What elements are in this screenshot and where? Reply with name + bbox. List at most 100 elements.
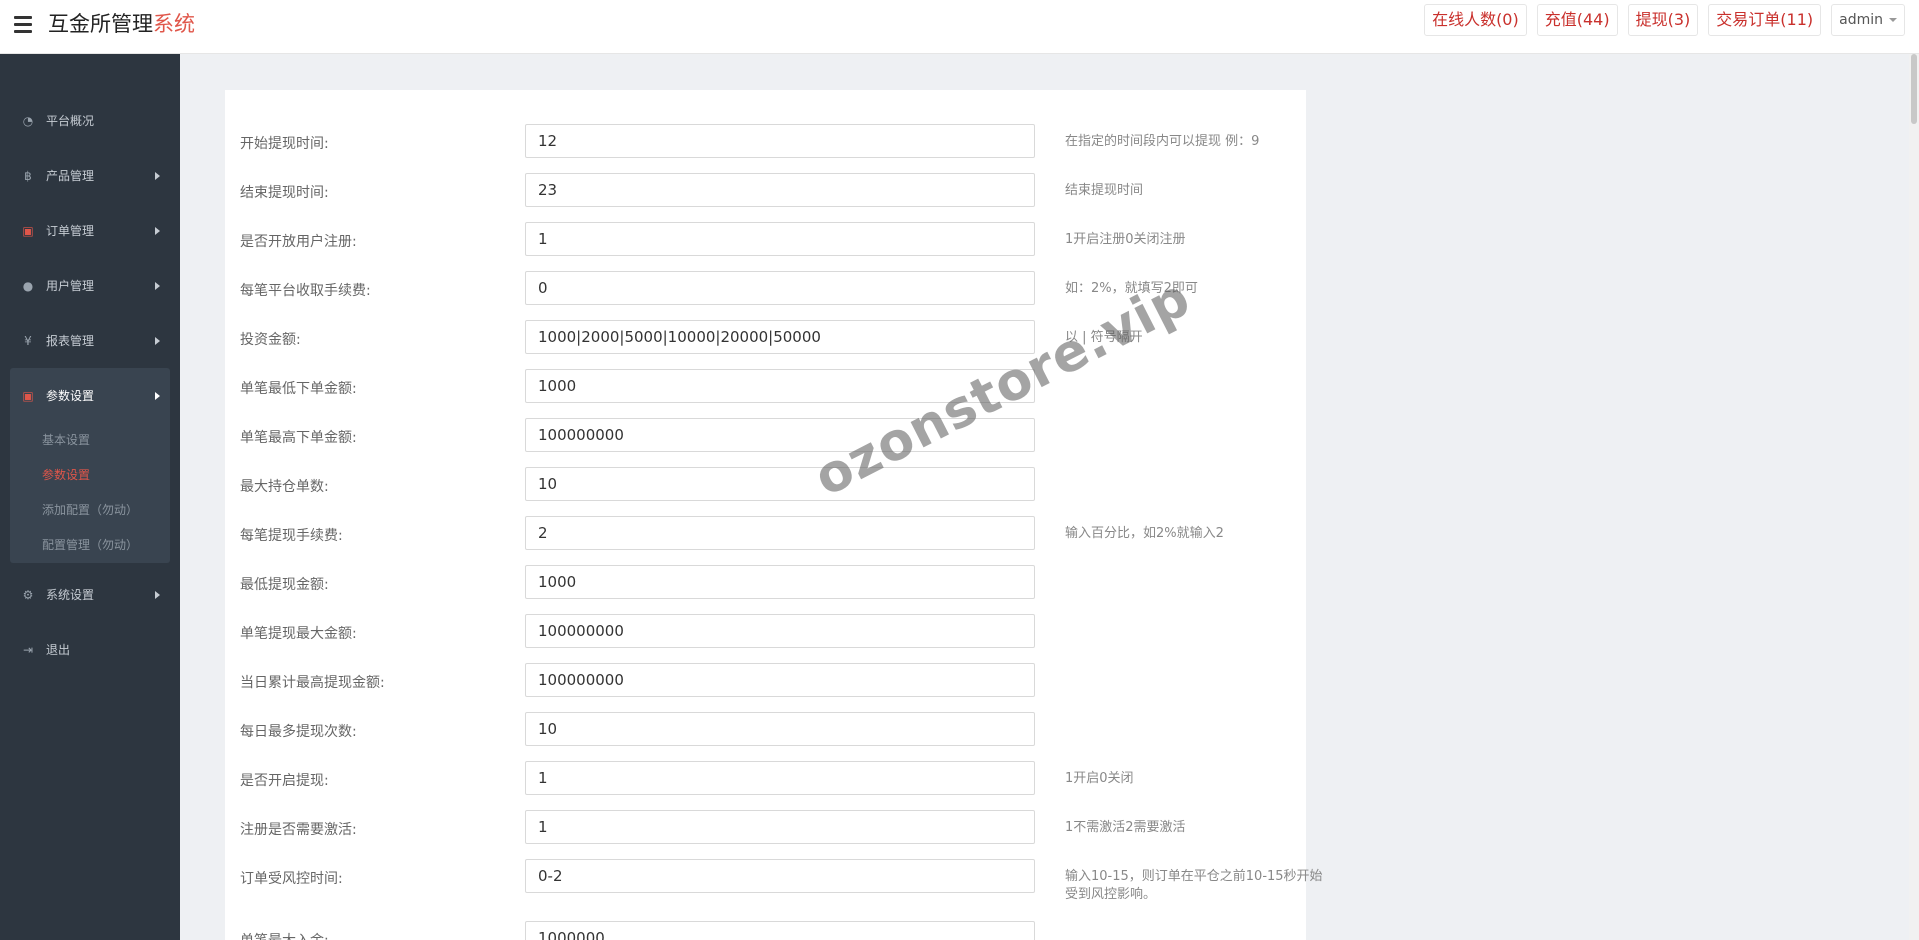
form-row: 开始提现时间: 在指定的时间段内可以提现 例：9: [240, 124, 1290, 158]
copy-icon: ▣: [22, 223, 34, 238]
chevron-down-icon: [1889, 18, 1897, 22]
form-help: 输入百分比，如2%就输入2: [1065, 526, 1224, 541]
sidebar-item-dashboard[interactable]: ◔ 平台概况: [0, 93, 180, 148]
form-label: 注册是否需要激活:: [240, 822, 357, 838]
sidebar-item-products[interactable]: ฿ 产品管理: [0, 148, 180, 203]
form-row: 单笔提现最大金额:: [240, 614, 1290, 648]
form-input[interactable]: [525, 921, 1035, 940]
caret-right-icon: [155, 282, 160, 290]
caret-right-icon: [155, 392, 160, 400]
recharge-button[interactable]: 充值(44): [1536, 4, 1618, 36]
form-row: 注册是否需要激活: 1不需激活2需要激活: [240, 810, 1290, 844]
form-row: 当日累计最高提现金额:: [240, 663, 1290, 697]
top-bar: 互金所管理系统 在线人数(0) 充值(44) 提现(3) 交易订单(11) ad…: [0, 0, 1919, 54]
form-input[interactable]: [525, 271, 1035, 305]
form-input[interactable]: [525, 222, 1035, 256]
sidebar-item-label: 参数设置: [46, 389, 95, 403]
form-input[interactable]: [525, 516, 1035, 550]
copy-icon: ▣: [22, 388, 34, 403]
sidebar-item-label: 平台概况: [46, 114, 95, 128]
form-label: 订单受风控时间:: [240, 871, 343, 887]
form-label: 是否开放用户注册:: [240, 234, 357, 250]
form-row: 单笔最低下单金额:: [240, 369, 1290, 403]
form-help: 以 | 符号隔开: [1065, 330, 1143, 345]
form-row: 最大持仓单数:: [240, 467, 1290, 501]
sidebar-item-reports[interactable]: ¥ 报表管理: [0, 313, 180, 368]
form-input[interactable]: [525, 369, 1035, 403]
top-actions: 在线人数(0) 充值(44) 提现(3) 交易订单(11) admin: [1424, 4, 1905, 36]
sidebar-item-users[interactable]: ● 用户管理: [0, 258, 180, 313]
sidebar-item-label: 订单管理: [46, 224, 95, 238]
form-input[interactable]: [525, 761, 1035, 795]
form-help: 1不需激活2需要激活: [1065, 820, 1186, 835]
form-input[interactable]: [525, 712, 1035, 746]
form-input[interactable]: [525, 565, 1035, 599]
withdraw-button[interactable]: 提现(3): [1627, 4, 1699, 36]
sidebar-item-orders[interactable]: ▣ 订单管理: [0, 203, 180, 258]
brand-main: 互金所管理: [48, 12, 153, 36]
form-label: 每笔提现手续费:: [240, 528, 343, 544]
form-input[interactable]: [525, 467, 1035, 501]
form-help: 在指定的时间段内可以提现 例：9: [1065, 134, 1260, 149]
form-input[interactable]: [525, 418, 1035, 452]
form-label: 每笔平台收取手续费:: [240, 283, 371, 299]
form-help: 结束提现时间: [1065, 183, 1144, 198]
online-users-button[interactable]: 在线人数(0): [1424, 4, 1527, 36]
form-input[interactable]: [525, 614, 1035, 648]
yen-icon: ¥: [24, 333, 32, 348]
scrollbar-thumb[interactable]: [1911, 54, 1917, 124]
bitcoin-icon: ฿: [24, 168, 32, 183]
form-row: 每笔提现手续费: 输入百分比，如2%就输入2: [240, 516, 1290, 550]
form-input[interactable]: [525, 859, 1035, 893]
form-label: 开始提现时间:: [240, 136, 329, 152]
settings-form-card: 开始提现时间: 在指定的时间段内可以提现 例：9 结束提现时间: 结束提现时间 …: [225, 90, 1323, 940]
form-row: 是否开放用户注册: 1开启注册0关闭注册: [240, 222, 1290, 256]
sidebar-subitem-config-manage[interactable]: 配置管理（勿动）: [10, 528, 170, 563]
sidebar-item-label: 用户管理: [46, 279, 95, 293]
form-help: 1开启注册0关闭注册: [1065, 232, 1186, 247]
form-input[interactable]: [525, 173, 1035, 207]
form-row: 投资金额: 以 | 符号隔开: [240, 320, 1290, 354]
form-label: 单笔最低下单金额:: [240, 381, 357, 397]
form-label: 每日最多提现次数:: [240, 724, 357, 740]
sidebar-item-system[interactable]: ⚙ 系统设置: [0, 567, 180, 622]
form-label: 投资金额:: [240, 332, 301, 348]
form-row: 单笔最大入金:: [240, 921, 1290, 940]
form-input[interactable]: [525, 810, 1035, 844]
form-input[interactable]: [525, 124, 1035, 158]
form-help: 1开启0关闭: [1065, 771, 1134, 786]
sidebar-item-params[interactable]: ▣ 参数设置: [10, 368, 170, 423]
form-help: 如：2%，就填写2即可: [1065, 281, 1198, 296]
form-input[interactable]: [525, 663, 1035, 697]
sidebar-subitem-basic[interactable]: 基本设置: [10, 423, 170, 458]
caret-right-icon: [155, 172, 160, 180]
sidebar-item-label: 系统设置: [46, 588, 95, 602]
menu-toggle-icon[interactable]: [14, 16, 32, 33]
form-help: 输入10-15，则订单在平仓之前10-15秒开始受到风控影响。: [1065, 869, 1323, 902]
dashboard-icon: ◔: [22, 113, 34, 128]
trade-orders-button[interactable]: 交易订单(11): [1708, 4, 1822, 36]
user-menu-button[interactable]: admin: [1831, 4, 1905, 36]
form-row: 单笔最高下单金额:: [240, 418, 1290, 452]
sidebar: ◔ 平台概况 ฿ 产品管理 ▣ 订单管理 ● 用户管理 ¥ 报表管理 ▣ 参数设…: [0, 54, 180, 940]
sidebar-subitem-add-config[interactable]: 添加配置（勿动）: [10, 493, 170, 528]
username: admin: [1839, 12, 1883, 28]
form-row: 结束提现时间: 结束提现时间: [240, 173, 1290, 207]
sidebar-item-label: 报表管理: [46, 334, 95, 348]
cogs-icon: ⚙: [22, 587, 34, 602]
sidebar-item-label: 产品管理: [46, 169, 95, 183]
form-input[interactable]: [525, 320, 1035, 354]
form-row: 最低提现金额:: [240, 565, 1290, 599]
form-row: 是否开启提现: 1开启0关闭: [240, 761, 1290, 795]
form-label: 最大持仓单数:: [240, 479, 329, 495]
user-icon: ●: [22, 278, 34, 293]
caret-right-icon: [155, 227, 160, 235]
sidebar-item-logout[interactable]: ⇥ 退出: [0, 622, 180, 677]
form-row: 每日最多提现次数:: [240, 712, 1290, 746]
sign-out-icon: ⇥: [22, 642, 34, 657]
form-label: 结束提现时间:: [240, 185, 329, 201]
page-scrollbar[interactable]: [1909, 54, 1919, 940]
form-label: 最低提现金额:: [240, 577, 329, 593]
sidebar-subitem-params[interactable]: 参数设置: [10, 458, 170, 493]
form-label: 当日累计最高提现金额:: [240, 675, 385, 691]
